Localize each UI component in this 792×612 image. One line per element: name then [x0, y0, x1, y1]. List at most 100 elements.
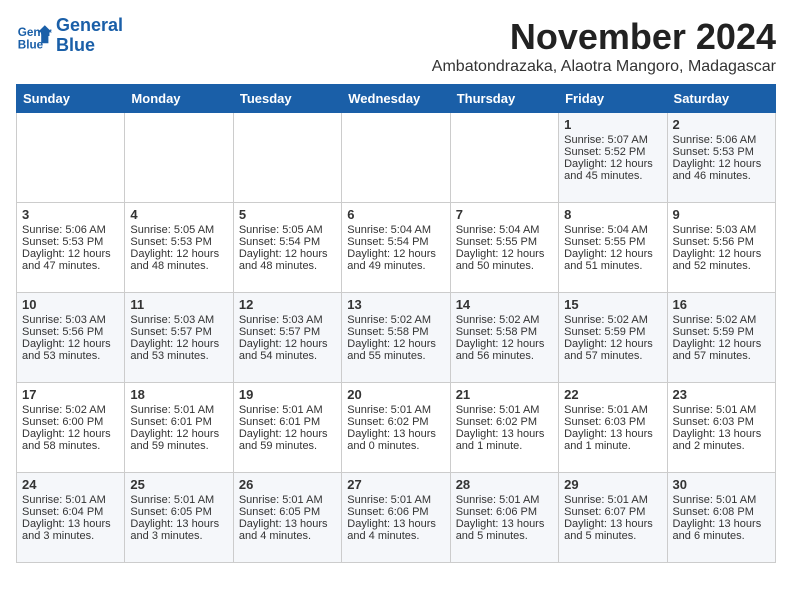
day-number: 10 — [22, 297, 119, 312]
calendar-cell: 22Sunrise: 5:01 AMSunset: 6:03 PMDayligh… — [559, 383, 667, 473]
calendar-cell: 1Sunrise: 5:07 AMSunset: 5:52 PMDaylight… — [559, 113, 667, 203]
logo-icon: General Blue — [16, 18, 52, 54]
sunset-text: Sunset: 5:57 PM — [239, 326, 336, 338]
sunrise-text: Sunrise: 5:01 AM — [456, 404, 553, 416]
calendar-cell: 4Sunrise: 5:05 AMSunset: 5:53 PMDaylight… — [125, 203, 233, 293]
day-number: 20 — [347, 387, 444, 402]
sunrise-text: Sunrise: 5:07 AM — [564, 134, 661, 146]
calendar-cell: 15Sunrise: 5:02 AMSunset: 5:59 PMDayligh… — [559, 293, 667, 383]
day-number: 25 — [130, 477, 227, 492]
day-number: 19 — [239, 387, 336, 402]
daylight-text: Daylight: 12 hours and 48 minutes. — [130, 248, 227, 272]
weekday-header: Saturday — [667, 85, 775, 113]
weekday-header: Thursday — [450, 85, 558, 113]
day-number: 30 — [673, 477, 770, 492]
calendar-cell — [342, 113, 450, 203]
sunrise-text: Sunrise: 5:03 AM — [239, 314, 336, 326]
day-number: 27 — [347, 477, 444, 492]
page-header: General Blue General Blue November 2024 … — [16, 16, 776, 76]
calendar-cell: 25Sunrise: 5:01 AMSunset: 6:05 PMDayligh… — [125, 473, 233, 563]
sunrise-text: Sunrise: 5:05 AM — [239, 224, 336, 236]
weekday-header: Sunday — [17, 85, 125, 113]
sunrise-text: Sunrise: 5:02 AM — [22, 404, 119, 416]
daylight-text: Daylight: 13 hours and 0 minutes. — [347, 428, 444, 452]
calendar-cell: 10Sunrise: 5:03 AMSunset: 5:56 PMDayligh… — [17, 293, 125, 383]
day-number: 9 — [673, 207, 770, 222]
sunrise-text: Sunrise: 5:01 AM — [130, 404, 227, 416]
daylight-text: Daylight: 12 hours and 53 minutes. — [22, 338, 119, 362]
calendar-week-row: 3Sunrise: 5:06 AMSunset: 5:53 PMDaylight… — [17, 203, 776, 293]
daylight-text: Daylight: 13 hours and 3 minutes. — [22, 518, 119, 542]
sunset-text: Sunset: 5:57 PM — [130, 326, 227, 338]
day-number: 23 — [673, 387, 770, 402]
calendar-cell — [17, 113, 125, 203]
calendar-table: SundayMondayTuesdayWednesdayThursdayFrid… — [16, 84, 776, 563]
sunset-text: Sunset: 5:52 PM — [564, 146, 661, 158]
day-number: 8 — [564, 207, 661, 222]
calendar-cell: 23Sunrise: 5:01 AMSunset: 6:03 PMDayligh… — [667, 383, 775, 473]
calendar-week-row: 10Sunrise: 5:03 AMSunset: 5:56 PMDayligh… — [17, 293, 776, 383]
sunset-text: Sunset: 5:56 PM — [22, 326, 119, 338]
weekday-header: Tuesday — [233, 85, 341, 113]
daylight-text: Daylight: 12 hours and 53 minutes. — [130, 338, 227, 362]
sunset-text: Sunset: 6:04 PM — [22, 506, 119, 518]
daylight-text: Daylight: 12 hours and 51 minutes. — [564, 248, 661, 272]
calendar-header: SundayMondayTuesdayWednesdayThursdayFrid… — [17, 85, 776, 113]
calendar-cell: 29Sunrise: 5:01 AMSunset: 6:07 PMDayligh… — [559, 473, 667, 563]
sunset-text: Sunset: 6:00 PM — [22, 416, 119, 428]
calendar-cell: 2Sunrise: 5:06 AMSunset: 5:53 PMDaylight… — [667, 113, 775, 203]
day-number: 28 — [456, 477, 553, 492]
weekday-header: Wednesday — [342, 85, 450, 113]
month-title: November 2024 — [432, 16, 776, 58]
calendar-cell: 18Sunrise: 5:01 AMSunset: 6:01 PMDayligh… — [125, 383, 233, 473]
day-number: 2 — [673, 117, 770, 132]
calendar-cell — [450, 113, 558, 203]
daylight-text: Daylight: 12 hours and 56 minutes. — [456, 338, 553, 362]
sunset-text: Sunset: 6:03 PM — [673, 416, 770, 428]
day-number: 3 — [22, 207, 119, 222]
day-number: 13 — [347, 297, 444, 312]
sunrise-text: Sunrise: 5:05 AM — [130, 224, 227, 236]
day-number: 11 — [130, 297, 227, 312]
sunset-text: Sunset: 5:54 PM — [347, 236, 444, 248]
logo: General Blue General Blue — [16, 16, 123, 56]
daylight-text: Daylight: 13 hours and 3 minutes. — [130, 518, 227, 542]
daylight-text: Daylight: 13 hours and 5 minutes. — [456, 518, 553, 542]
day-number: 5 — [239, 207, 336, 222]
calendar-cell: 30Sunrise: 5:01 AMSunset: 6:08 PMDayligh… — [667, 473, 775, 563]
calendar-cell: 24Sunrise: 5:01 AMSunset: 6:04 PMDayligh… — [17, 473, 125, 563]
calendar-cell: 14Sunrise: 5:02 AMSunset: 5:58 PMDayligh… — [450, 293, 558, 383]
daylight-text: Daylight: 12 hours and 49 minutes. — [347, 248, 444, 272]
sunrise-text: Sunrise: 5:02 AM — [673, 314, 770, 326]
day-number: 7 — [456, 207, 553, 222]
sunrise-text: Sunrise: 5:06 AM — [22, 224, 119, 236]
sunrise-text: Sunrise: 5:01 AM — [564, 404, 661, 416]
sunrise-text: Sunrise: 5:03 AM — [130, 314, 227, 326]
sunset-text: Sunset: 6:06 PM — [456, 506, 553, 518]
calendar-cell: 20Sunrise: 5:01 AMSunset: 6:02 PMDayligh… — [342, 383, 450, 473]
sunrise-text: Sunrise: 5:04 AM — [347, 224, 444, 236]
daylight-text: Daylight: 12 hours and 55 minutes. — [347, 338, 444, 362]
daylight-text: Daylight: 12 hours and 59 minutes. — [239, 428, 336, 452]
sunset-text: Sunset: 6:03 PM — [564, 416, 661, 428]
day-number: 6 — [347, 207, 444, 222]
daylight-text: Daylight: 13 hours and 5 minutes. — [564, 518, 661, 542]
sunrise-text: Sunrise: 5:04 AM — [564, 224, 661, 236]
calendar-cell: 11 Sunrise: 5:03 AMSunset: 5:57 PMDayligh… — [125, 293, 233, 383]
calendar-cell: 12Sunrise: 5:03 AMSunset: 5:57 PMDayligh… — [233, 293, 341, 383]
sunset-text: Sunset: 5:58 PM — [456, 326, 553, 338]
sunrise-text: Sunrise: 5:04 AM — [456, 224, 553, 236]
daylight-text: Daylight: 12 hours and 46 minutes. — [673, 158, 770, 182]
sunset-text: Sunset: 5:59 PM — [564, 326, 661, 338]
weekday-row: SundayMondayTuesdayWednesdayThursdayFrid… — [17, 85, 776, 113]
sunset-text: Sunset: 5:55 PM — [564, 236, 661, 248]
sunset-text: Sunset: 5:56 PM — [673, 236, 770, 248]
daylight-text: Daylight: 13 hours and 4 minutes. — [347, 518, 444, 542]
calendar-cell: 16Sunrise: 5:02 AMSunset: 5:59 PMDayligh… — [667, 293, 775, 383]
sunrise-text: Sunrise: 5:01 AM — [239, 404, 336, 416]
calendar-cell: 26Sunrise: 5:01 AMSunset: 6:05 PMDayligh… — [233, 473, 341, 563]
daylight-text: Daylight: 12 hours and 57 minutes. — [564, 338, 661, 362]
sunset-text: Sunset: 5:53 PM — [673, 146, 770, 158]
day-number: 14 — [456, 297, 553, 312]
calendar-cell: 28Sunrise: 5:01 AMSunset: 6:06 PMDayligh… — [450, 473, 558, 563]
